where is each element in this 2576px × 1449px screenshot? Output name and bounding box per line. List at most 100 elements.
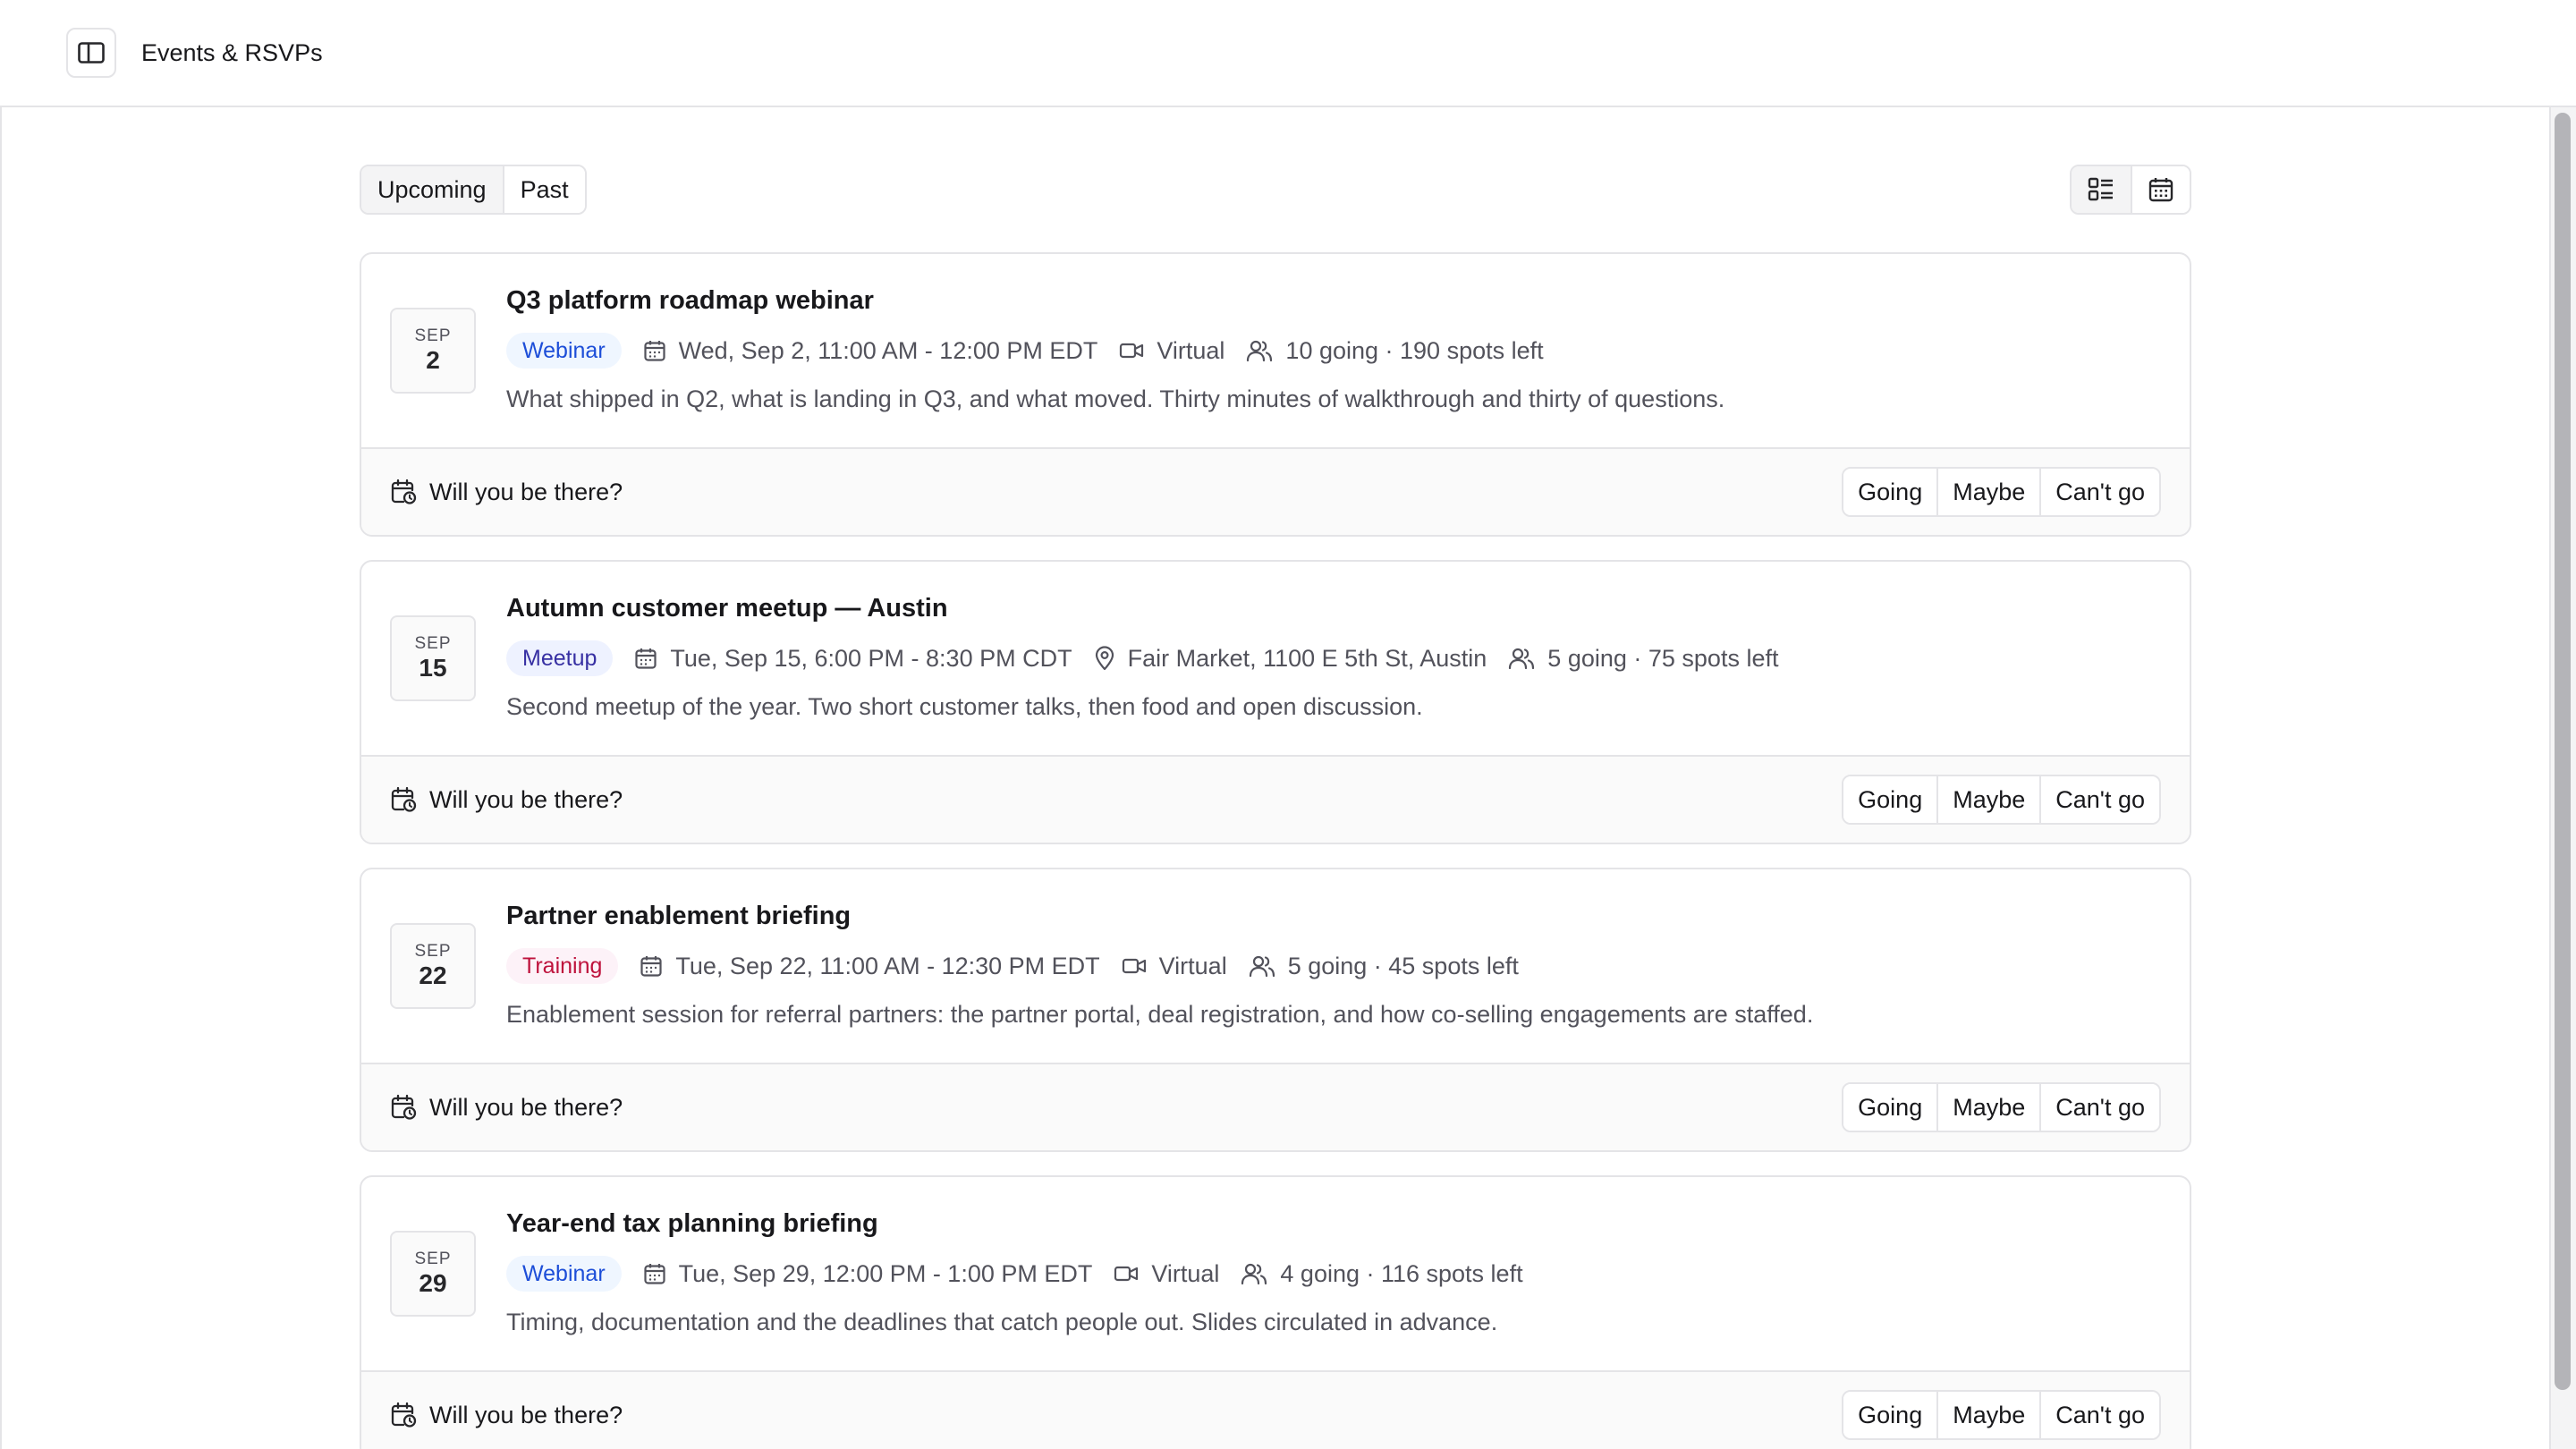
calendar-icon	[644, 341, 665, 361]
event-title[interactable]: Year-end tax planning briefing	[506, 1208, 1523, 1240]
view-toggle	[2070, 165, 2191, 215]
event-card: SEP 22 Partner enablement briefing Train…	[360, 868, 2191, 1152]
event-summary: SEP 29 Year-end tax planning briefing We…	[361, 1177, 2190, 1370]
list-view-button[interactable]	[2072, 166, 2131, 213]
calendar-clock-icon	[391, 1094, 417, 1120]
rsvp-maybe-button[interactable]: Maybe	[1936, 469, 2040, 515]
tab-upcoming[interactable]: Upcoming	[361, 166, 503, 213]
event-type-badge: Meetup	[506, 640, 614, 676]
event-location: Fair Market, 1100 E 5th St, Austin	[1094, 645, 1487, 673]
calendar-icon	[640, 956, 663, 977]
event-location-text: Virtual	[1158, 952, 1227, 979]
sidebar-panel-icon	[78, 42, 105, 64]
event-description: Timing, documentation and the deadlines …	[506, 1309, 1498, 1335]
event-type-badge: Webinar	[506, 333, 622, 369]
rsvp-going-button[interactable]: Going	[1843, 776, 1937, 823]
event-type-badge: Training	[506, 948, 619, 984]
people-icon	[1509, 648, 1535, 670]
event-attendance: 5 going · 45 spots left	[1249, 953, 1519, 980]
event-location-text: Virtual	[1151, 1259, 1220, 1287]
rsvp-options: Going Maybe Can't go	[1842, 467, 2161, 517]
rsvp-prompt-text: Will you be there?	[429, 1401, 623, 1428]
event-summary: SEP 22 Partner enablement briefing Train…	[361, 869, 2190, 1063]
event-datetime: Tue, Sep 15, 6:00 PM - 8:30 PM CDT	[634, 645, 1072, 673]
rsvp-cant-go-button[interactable]: Can't go	[2039, 1392, 2159, 1438]
event-datetime-text: Tue, Sep 29, 12:00 PM - 1:00 PM EDT	[678, 1259, 1093, 1287]
event-card: SEP 15 Autumn customer meetup — Austin M…	[360, 560, 2191, 844]
list-view-icon	[2088, 177, 2113, 201]
event-description: What shipped in Q2, what is landing in Q…	[506, 386, 1725, 412]
rsvp-cant-go-button[interactable]: Can't go	[2039, 1084, 2159, 1131]
rsvp-options: Going Maybe Can't go	[1842, 775, 2161, 825]
main-content: Upcoming Past SEP 2 Q3 platform roadmap …	[360, 165, 2191, 1449]
date-day: 15	[419, 654, 447, 682]
event-datetime-text: Tue, Sep 22, 11:00 AM - 12:30 PM EDT	[675, 952, 1100, 979]
rsvp-prompt: Will you be there?	[390, 1094, 623, 1122]
date-badge: SEP 22	[390, 923, 476, 1009]
calendar-view-button[interactable]	[2131, 166, 2190, 213]
event-description: Second meetup of the year. Two short cus…	[506, 693, 1423, 720]
event-datetime-text: Tue, Sep 15, 6:00 PM - 8:30 PM CDT	[670, 644, 1072, 672]
event-card: SEP 2 Q3 platform roadmap webinar Webina…	[360, 252, 2191, 537]
calendar-icon	[635, 648, 657, 669]
event-meta: Webinar Wed, Sep 2, 11:00 AM - 12:00 PM …	[506, 333, 1724, 369]
rsvp-prompt-text: Will you be there?	[429, 1093, 623, 1121]
rsvp-cant-go-button[interactable]: Can't go	[2039, 469, 2159, 515]
event-title[interactable]: Autumn customer meetup — Austin	[506, 592, 1778, 624]
rsvp-bar: Will you be there? Going Maybe Can't go	[361, 1063, 2190, 1150]
date-day: 22	[419, 962, 447, 989]
rsvp-prompt-text: Will you be there?	[429, 478, 623, 505]
event-datetime: Tue, Sep 22, 11:00 AM - 12:30 PM EDT	[640, 952, 1100, 980]
rsvp-maybe-button[interactable]: Maybe	[1936, 1084, 2040, 1131]
date-badge: SEP 15	[390, 615, 476, 701]
event-meta: Webinar Tue, Sep 29, 12:00 PM - 1:00 PM …	[506, 1256, 1523, 1292]
calendar-icon	[644, 1264, 665, 1284]
date-month: SEP	[414, 942, 452, 961]
event-type-badge: Webinar	[506, 1256, 622, 1292]
date-day: 2	[426, 346, 440, 374]
date-badge: SEP 29	[390, 1231, 476, 1317]
people-icon	[1249, 955, 1275, 978]
event-details: Q3 platform roadmap webinar Webinar Wed,…	[506, 284, 1724, 447]
event-attendance-text: 10 going · 190 spots left	[1285, 336, 1544, 364]
rsvp-maybe-button[interactable]: Maybe	[1936, 776, 2040, 823]
video-camera-icon	[1122, 958, 1146, 974]
rsvp-going-button[interactable]: Going	[1843, 1084, 1937, 1131]
rsvp-bar: Will you be there? Going Maybe Can't go	[361, 1370, 2190, 1449]
event-attendance-text: 5 going · 45 spots left	[1287, 952, 1519, 979]
calendar-view-icon	[2148, 178, 2174, 202]
rsvp-bar: Will you be there? Going Maybe Can't go	[361, 447, 2190, 535]
rsvp-options: Going Maybe Can't go	[1842, 1390, 2161, 1440]
sidebar-toggle-button[interactable]	[66, 28, 116, 78]
rsvp-cant-go-button[interactable]: Can't go	[2039, 776, 2159, 823]
event-location: Virtual	[1122, 953, 1227, 980]
rsvp-going-button[interactable]: Going	[1843, 1392, 1937, 1438]
rsvp-maybe-button[interactable]: Maybe	[1936, 1392, 2040, 1438]
event-attendance-text: 4 going · 116 spots left	[1280, 1259, 1523, 1287]
event-title[interactable]: Partner enablement briefing	[506, 900, 1813, 932]
rsvp-bar: Will you be there? Going Maybe Can't go	[361, 755, 2190, 843]
map-pin-icon	[1095, 646, 1114, 671]
tab-past[interactable]: Past	[502, 166, 585, 213]
event-meta: Meetup Tue, Sep 15, 6:00 PM - 8:30 PM CD…	[506, 640, 1778, 676]
calendar-clock-icon	[391, 479, 417, 504]
page-title: Events & RSVPs	[141, 38, 323, 66]
rsvp-prompt: Will you be there?	[390, 479, 623, 506]
event-summary: SEP 15 Autumn customer meetup — Austin M…	[361, 562, 2190, 755]
scrollbar-thumb[interactable]	[2555, 113, 2571, 1390]
video-camera-icon	[1120, 343, 1144, 359]
events-list: SEP 2 Q3 platform roadmap webinar Webina…	[360, 252, 2191, 1449]
rsvp-prompt-text: Will you be there?	[429, 785, 623, 813]
event-filter-tabs: Upcoming Past	[360, 165, 587, 215]
event-description: Enablement session for referral partners…	[506, 1001, 1814, 1028]
event-details: Partner enablement briefing Training Tue…	[506, 900, 1813, 1063]
rsvp-going-button[interactable]: Going	[1843, 469, 1937, 515]
event-card: SEP 29 Year-end tax planning briefing We…	[360, 1175, 2191, 1449]
left-divider	[0, 107, 2, 1449]
event-location-text: Virtual	[1157, 336, 1225, 364]
date-month: SEP	[414, 634, 452, 653]
event-details: Autumn customer meetup — Austin Meetup T…	[506, 592, 1778, 755]
event-attendance: 4 going · 116 spots left	[1241, 1259, 1523, 1288]
event-title[interactable]: Q3 platform roadmap webinar	[506, 284, 1724, 317]
event-attendance-text: 5 going · 75 spots left	[1547, 644, 1779, 672]
